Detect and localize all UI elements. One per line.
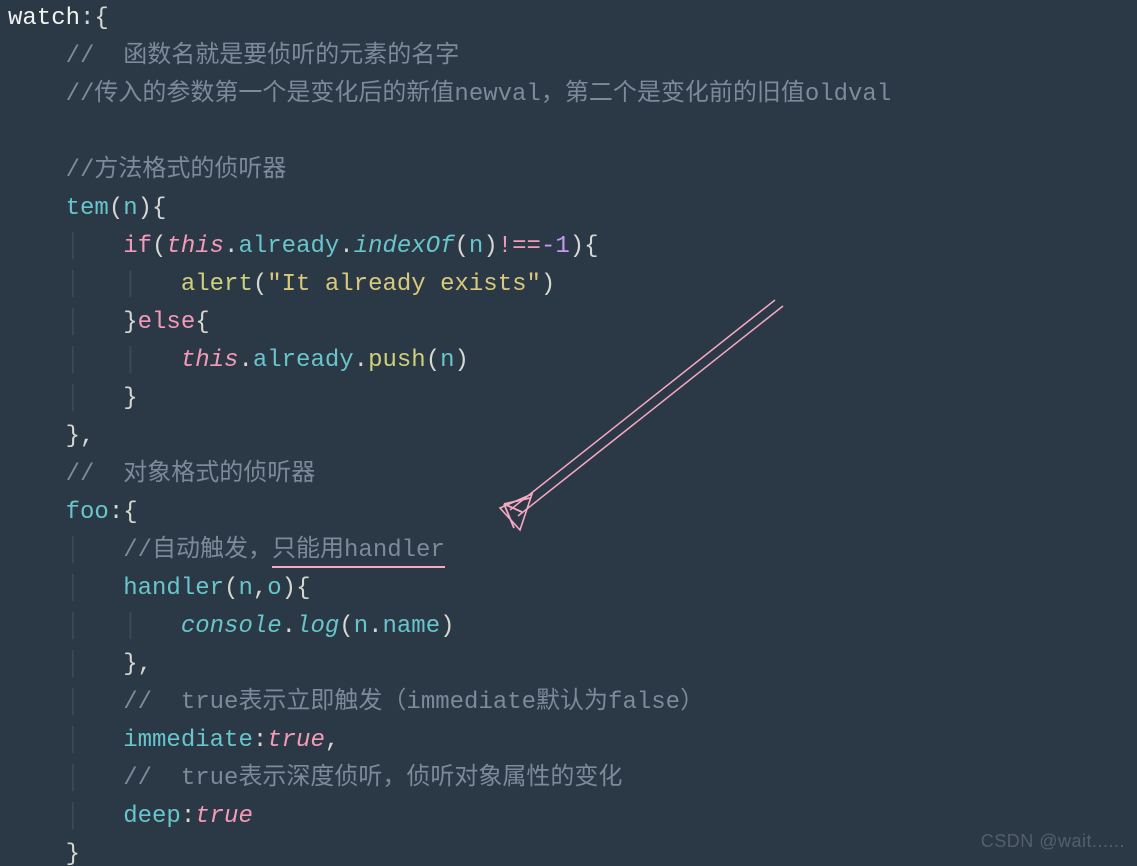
method-handler: handler bbox=[123, 575, 224, 602]
prop-foo: foo bbox=[66, 499, 109, 526]
call-log: log bbox=[296, 613, 339, 640]
method-indexof: indexOf bbox=[354, 233, 455, 260]
token-watch: watch bbox=[8, 5, 80, 32]
ident-console: console bbox=[181, 613, 282, 640]
keyword-else: else bbox=[138, 309, 196, 336]
watermark: CSDN @wait...... bbox=[981, 822, 1125, 860]
string-literal: "It already exists" bbox=[267, 271, 541, 298]
comment-line: // true表示深度侦听，侦听对象属性的变化 bbox=[123, 765, 622, 792]
keyword-if: if bbox=[123, 233, 152, 260]
keyword-this: this bbox=[181, 347, 239, 374]
code-block: watch:{ // 函数名就是要侦听的元素的名字 //传入的参数第一个是变化后… bbox=[0, 0, 1137, 866]
comment-line: //传入的参数第一个是变化后的新值newval，第二个是变化前的旧值oldval bbox=[66, 81, 892, 108]
call-alert: alert bbox=[181, 271, 253, 298]
call-push: push bbox=[368, 347, 426, 374]
comment-line: // 对象格式的侦听器 bbox=[66, 461, 316, 488]
comment-line: //方法格式的侦听器 bbox=[66, 157, 287, 184]
method-name-tem: tem bbox=[66, 195, 109, 222]
prop-deep: deep bbox=[123, 803, 181, 830]
literal-true: true bbox=[267, 727, 325, 754]
comment-line: // true表示立即触发（immediate默认为false） bbox=[123, 689, 704, 716]
keyword-this: this bbox=[166, 233, 224, 260]
comment-line: // 函数名就是要侦听的元素的名字 bbox=[66, 43, 460, 70]
prop-immediate: immediate bbox=[123, 727, 253, 754]
comment-underlined: 只能用handler bbox=[272, 537, 445, 568]
comment-line: //自动触发， bbox=[123, 537, 272, 564]
literal-true: true bbox=[195, 803, 253, 830]
